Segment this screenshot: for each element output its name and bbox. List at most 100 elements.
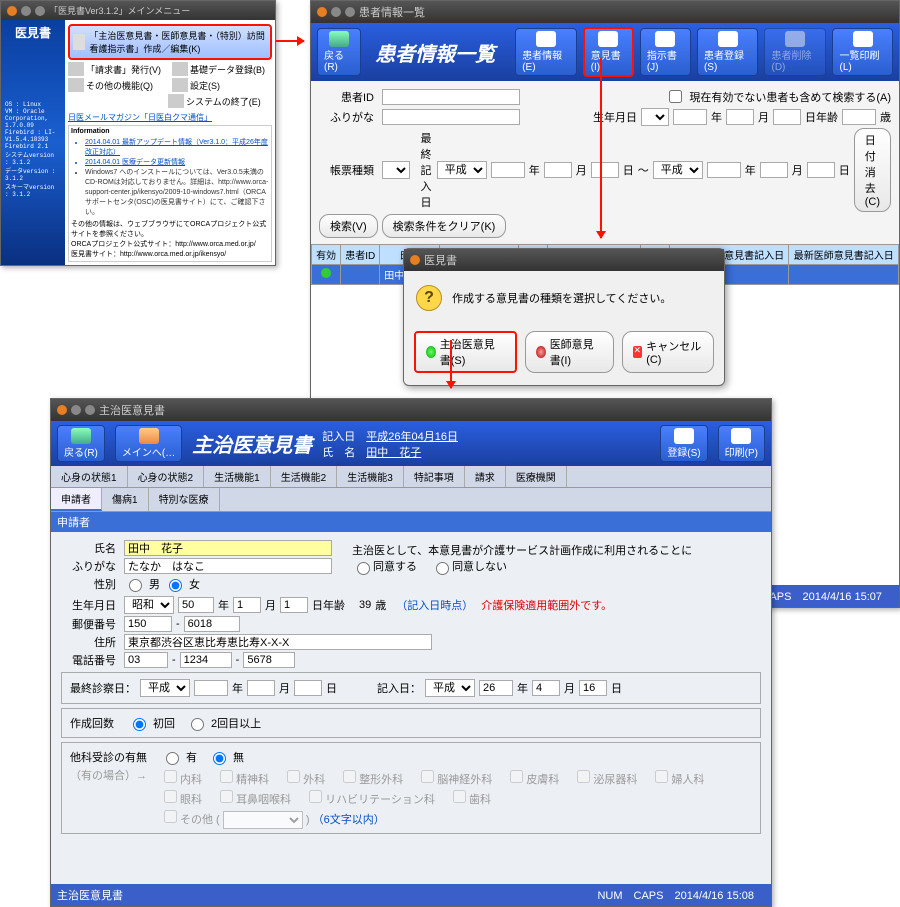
birth-year-input[interactable] [673, 109, 707, 125]
print-list-button[interactable]: 一覧印刷(L) [832, 28, 893, 76]
close-icon[interactable] [7, 6, 17, 16]
tab[interactable]: 特記事項 [404, 466, 465, 487]
menu-item-exit[interactable]: システムの終了(E) [168, 94, 272, 108]
cancel-button[interactable]: キャンセル(C) [622, 331, 715, 373]
register-button[interactable]: 登録(S) [660, 425, 707, 462]
tab-applicant[interactable]: 申請者 [51, 488, 102, 511]
from-year-input[interactable] [491, 162, 525, 178]
back-button[interactable]: 戻る(R) [57, 425, 105, 462]
other-yes-radio[interactable] [166, 752, 179, 765]
maximize-icon[interactable] [85, 405, 95, 415]
database-icon [172, 62, 188, 76]
tel2-input[interactable] [180, 652, 232, 668]
to-era-select[interactable]: 平成 [653, 161, 703, 179]
write-day[interactable] [579, 680, 607, 696]
chk [287, 770, 300, 783]
last-exam-day[interactable] [294, 680, 322, 696]
last-exam-month[interactable] [247, 680, 275, 696]
menu-item-basedata[interactable]: 基礎データ登録(B) [172, 62, 272, 76]
include-invalid-checkbox[interactable] [669, 90, 682, 103]
ishi-button[interactable]: 医師意見書(I) [525, 331, 614, 373]
from-era-select[interactable]: 平成 [437, 161, 487, 179]
zip2-input[interactable] [184, 616, 240, 632]
menu-item-create-ikensho[interactable]: 「主治医意見書・医師意見書・（特別）訪問看護指示書」作成／編集(K) [68, 24, 272, 60]
form-type-select[interactable] [382, 161, 410, 179]
link-update[interactable]: 2014.04.01 最新アップデート情報（Ver3.1.0：平成26年度改正対… [85, 137, 269, 157]
tab[interactable]: 生活機能1 [204, 466, 271, 487]
close-icon[interactable] [317, 7, 327, 17]
ikensho-button[interactable]: 意見書(I) [583, 27, 634, 77]
other-no-radio[interactable] [213, 752, 226, 765]
name-input[interactable] [124, 540, 332, 556]
write-year[interactable] [479, 680, 513, 696]
patient-register-button[interactable]: 患者登録(S) [697, 28, 759, 76]
window-ikensho: 主治医意見書 戻る(R) メインへ(… 主治医意見書 記入日 平成26年04月1… [50, 398, 772, 907]
chk [655, 770, 668, 783]
maximize-icon[interactable] [345, 7, 355, 17]
birth-day-input[interactable] [773, 109, 801, 125]
tab[interactable]: 心身の状態1 [51, 466, 128, 487]
menu-item-settings[interactable]: 設定(S) [172, 78, 272, 92]
tab[interactable]: 医療機関 [506, 466, 567, 487]
menu-item-other[interactable]: その他の機能(Q) [68, 78, 168, 92]
tab[interactable]: 生活機能2 [271, 466, 338, 487]
to-year-input[interactable] [707, 162, 741, 178]
main-button[interactable]: メインへ(… [115, 425, 182, 462]
last-exam-year[interactable] [194, 680, 228, 696]
furigana-input[interactable] [124, 558, 332, 574]
zip1-input[interactable] [124, 616, 172, 632]
window-title: 主治医意見書 [99, 402, 165, 418]
tab[interactable]: 特別な医療 [149, 488, 220, 511]
minimize-icon[interactable] [71, 405, 81, 415]
from-month-input[interactable] [544, 162, 572, 178]
count-fieldset: 作成回数 初回 2回目以上 [61, 708, 761, 738]
back-button[interactable]: 戻る(R) [317, 28, 361, 76]
clear-date-button[interactable]: 日付消去(C) [854, 128, 891, 212]
minimize-icon[interactable] [331, 7, 341, 17]
furigana-input[interactable] [382, 109, 520, 125]
tabs-row1: 心身の状態1 心身の状態2 生活機能1 生活機能2 生活機能3 特記事項 請求 … [51, 466, 771, 488]
write-month[interactable] [532, 680, 560, 696]
minimize-icon[interactable] [21, 6, 31, 16]
tab[interactable]: 生活機能3 [337, 466, 404, 487]
maximize-icon[interactable] [35, 6, 45, 16]
sex-female-radio[interactable] [169, 579, 182, 592]
count-first-radio[interactable] [133, 718, 146, 731]
patient-id-input[interactable] [382, 89, 520, 105]
window-title: 「医見書Ver3.1.2」メインメニュー [49, 4, 190, 17]
birth-year-input[interactable] [178, 597, 214, 613]
tel3-input[interactable] [243, 652, 295, 668]
printer-icon [853, 31, 873, 47]
agree-radio[interactable] [357, 562, 370, 575]
instruction-button[interactable]: 指示書(J) [640, 28, 691, 76]
tab[interactable]: 請求 [465, 466, 506, 487]
count-more-radio[interactable] [191, 718, 204, 731]
to-day-input[interactable] [807, 162, 835, 178]
birth-era-select[interactable] [641, 108, 669, 126]
last-exam-era[interactable]: 平成 [140, 679, 190, 697]
link-mailmag[interactable]: 日医メールマガジン「日医白クマ通信」 [68, 112, 272, 123]
tab[interactable]: 心身の状態2 [128, 466, 205, 487]
clear-search-button[interactable]: 検索条件をクリア(K) [382, 214, 507, 238]
search-button[interactable]: 検索(V) [319, 214, 378, 238]
write-era[interactable]: 平成 [425, 679, 475, 697]
disagree-radio[interactable] [436, 562, 449, 575]
sex-male-radio[interactable] [129, 579, 142, 592]
menu-item-invoice[interactable]: 「請求書」発行(V) [68, 62, 168, 76]
birth-day-input[interactable] [280, 597, 308, 613]
age-input[interactable] [842, 109, 876, 125]
print-button[interactable]: 印刷(P) [718, 425, 765, 462]
address-input[interactable] [124, 634, 432, 650]
tab[interactable]: 傷病1 [102, 488, 149, 511]
close-icon[interactable] [57, 405, 67, 415]
birth-month-input[interactable] [726, 109, 754, 125]
birth-month-input[interactable] [233, 597, 261, 613]
close-icon[interactable] [410, 255, 420, 265]
tel1-input[interactable] [124, 652, 168, 668]
patient-info-button[interactable]: 患者情報(E) [515, 28, 577, 76]
birth-era-select[interactable]: 昭和 [124, 596, 174, 614]
link-data[interactable]: 2014.04.01 医療データ更新情報 [85, 157, 269, 167]
shujii-button[interactable]: 主治医意見書(S) [414, 331, 517, 373]
to-month-input[interactable] [760, 162, 788, 178]
from-day-input[interactable] [591, 162, 619, 178]
